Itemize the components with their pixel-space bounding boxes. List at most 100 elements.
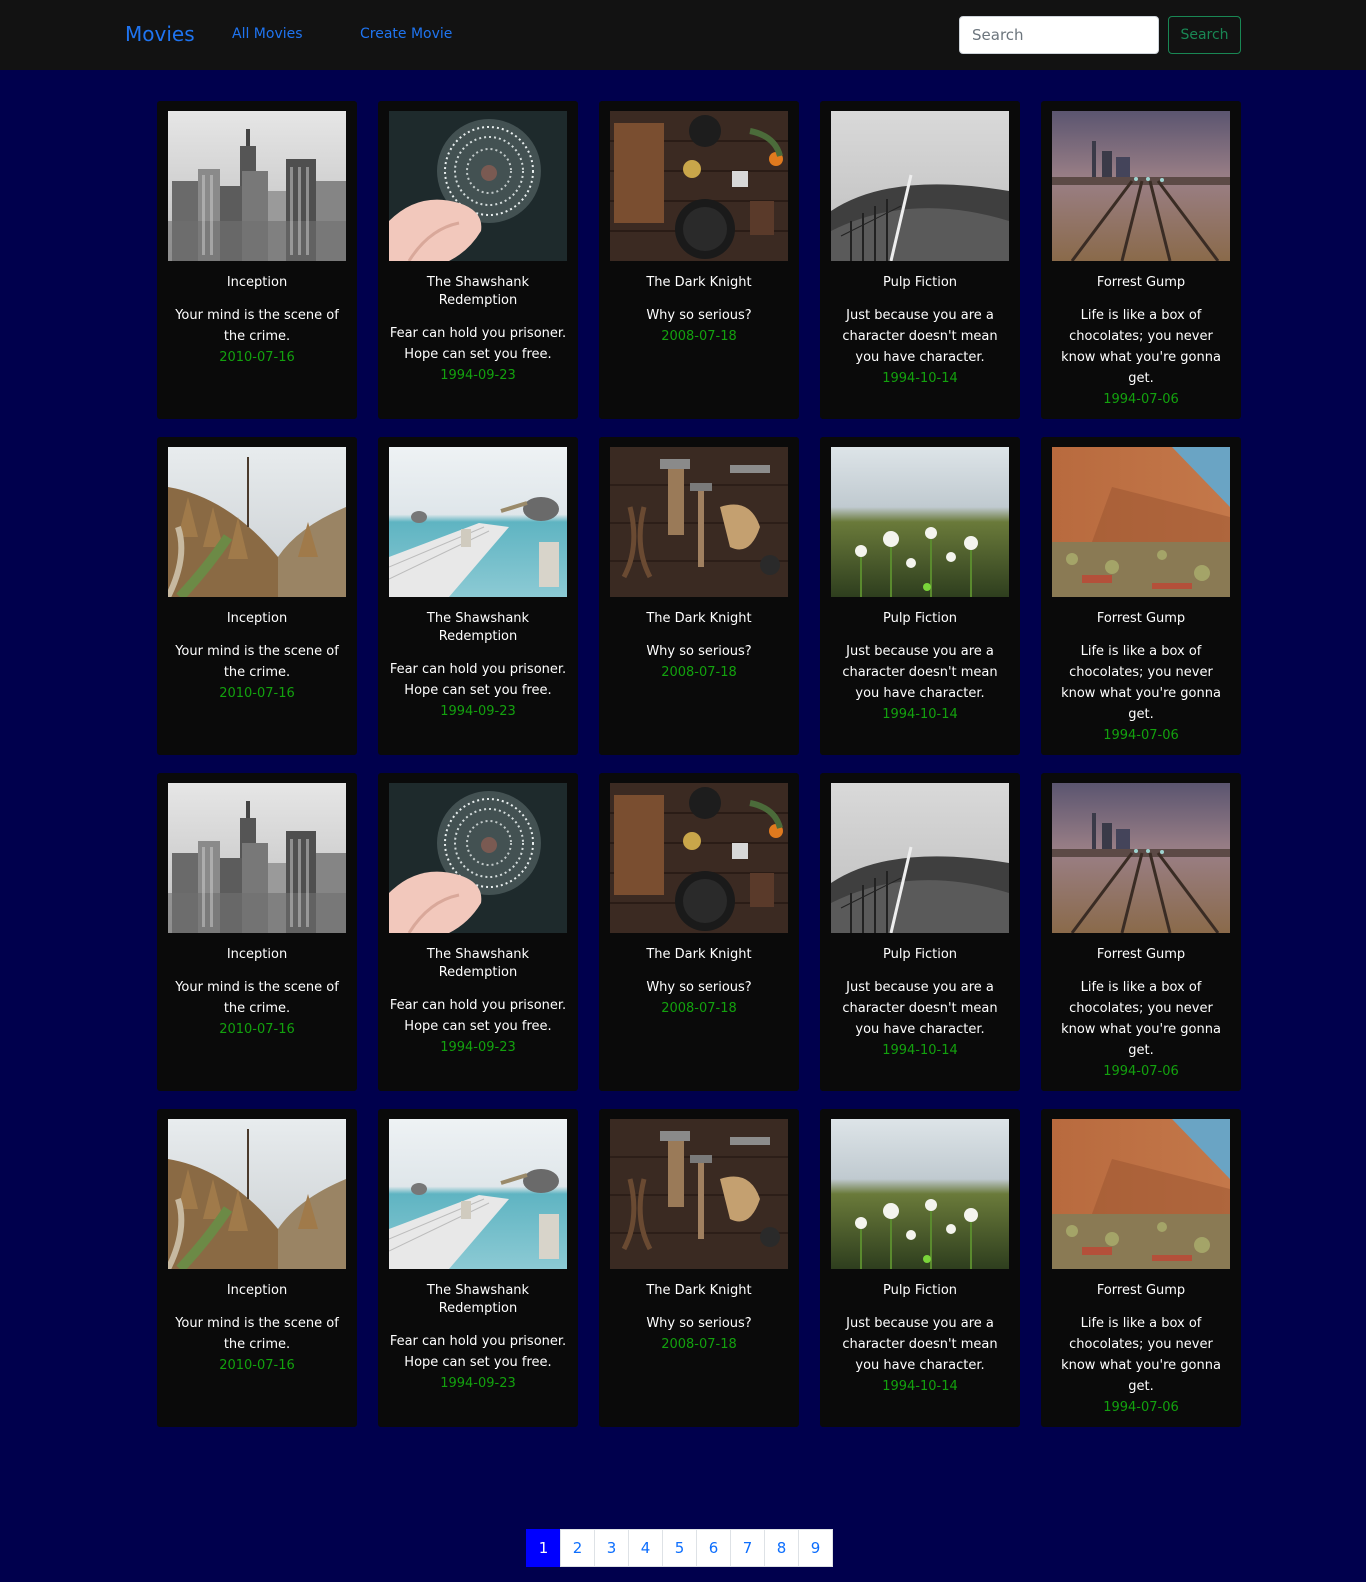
movie-release-date: 2010-07-16 <box>219 1022 295 1037</box>
poster-image <box>610 111 788 261</box>
pagination: 123456789 <box>526 1529 833 1567</box>
page-link-2[interactable]: 2 <box>560 1529 595 1567</box>
movie-release-date: 2008-07-18 <box>661 329 737 344</box>
movie-poster[interactable] <box>1052 783 1230 933</box>
movie-tagline: Your mind is the scene of the crime. <box>175 644 339 680</box>
movie-card[interactable]: Pulp Fiction Just because you are a char… <box>820 101 1020 419</box>
movie-release-date: 2008-07-18 <box>661 665 737 680</box>
movie-poster[interactable] <box>1052 111 1230 261</box>
movie-tagline: Just because you are a character doesn't… <box>842 1316 998 1373</box>
page-link-7[interactable]: 7 <box>730 1529 765 1567</box>
movie-release-date: 1994-10-14 <box>882 1379 958 1394</box>
poster-image <box>610 783 788 933</box>
movie-release-date: 1994-10-14 <box>882 371 958 386</box>
movie-poster[interactable] <box>168 111 346 261</box>
movie-poster[interactable] <box>610 1119 788 1269</box>
brand-link[interactable]: Movies <box>125 22 195 46</box>
poster-image <box>389 1119 567 1269</box>
movie-title: Inception <box>226 1283 288 1298</box>
movie-tagline: Your mind is the scene of the crime. <box>175 980 339 1016</box>
movie-tagline: Fear can hold you prisoner. Hope can set… <box>389 1334 567 1370</box>
movie-title: The Shawshank Redemption <box>426 611 530 644</box>
poster-image <box>1052 783 1230 933</box>
movie-poster[interactable] <box>389 447 567 597</box>
nav-create-movie[interactable]: Create Movie <box>360 26 452 42</box>
poster-image <box>168 447 346 597</box>
movie-card[interactable]: Inception Your mind is the scene of the … <box>157 773 357 1091</box>
movie-title: The Shawshank Redemption <box>426 947 530 980</box>
movie-poster[interactable] <box>831 447 1009 597</box>
movie-card[interactable]: Pulp Fiction Just because you are a char… <box>820 1109 1020 1427</box>
movie-poster[interactable] <box>168 1119 346 1269</box>
movie-title: Pulp Fiction <box>882 611 958 626</box>
movie-title: Pulp Fiction <box>882 275 958 290</box>
movie-poster[interactable] <box>389 111 567 261</box>
movie-poster[interactable] <box>831 783 1009 933</box>
page-link-1[interactable]: 1 <box>526 1529 561 1567</box>
movie-card[interactable]: Forrest Gump Life is like a box of choco… <box>1041 101 1241 419</box>
movie-poster[interactable] <box>610 783 788 933</box>
movie-tagline: Just because you are a character doesn't… <box>842 308 998 365</box>
page-link-9[interactable]: 9 <box>798 1529 833 1567</box>
movie-tagline: Why so serious? <box>646 980 752 995</box>
movie-release-date: 1994-10-14 <box>882 1043 958 1058</box>
movie-card[interactable]: The Dark Knight Why so serious? 2008-07-… <box>599 437 799 755</box>
movie-poster[interactable] <box>389 783 567 933</box>
movie-tagline: Why so serious? <box>646 308 752 323</box>
search-button[interactable]: Search <box>1168 16 1241 54</box>
movie-release-date: 2010-07-16 <box>219 1358 295 1373</box>
movie-tagline: Fear can hold you prisoner. Hope can set… <box>389 998 567 1034</box>
movie-card[interactable]: The Shawshank Redemption Fear can hold y… <box>378 773 578 1091</box>
movie-poster[interactable] <box>1052 447 1230 597</box>
movie-card[interactable]: Forrest Gump Life is like a box of choco… <box>1041 437 1241 755</box>
movie-release-date: 1994-07-06 <box>1103 728 1179 743</box>
movie-card[interactable]: Forrest Gump Life is like a box of choco… <box>1041 1109 1241 1427</box>
movie-poster[interactable] <box>389 1119 567 1269</box>
movie-card[interactable]: The Shawshank Redemption Fear can hold y… <box>378 437 578 755</box>
movie-card[interactable]: Inception Your mind is the scene of the … <box>157 437 357 755</box>
poster-image <box>168 111 346 261</box>
movie-release-date: 1994-07-06 <box>1103 1064 1179 1079</box>
poster-image <box>831 111 1009 261</box>
movie-tagline: Why so serious? <box>646 644 752 659</box>
page-link-8[interactable]: 8 <box>764 1529 799 1567</box>
movie-card[interactable]: The Dark Knight Why so serious? 2008-07-… <box>599 1109 799 1427</box>
movie-poster[interactable] <box>168 783 346 933</box>
movie-grid: Inception Your mind is the scene of the … <box>157 101 1241 1427</box>
movie-release-date: 1994-07-06 <box>1103 392 1179 407</box>
movie-poster[interactable] <box>610 111 788 261</box>
movie-release-date: 2010-07-16 <box>219 686 295 701</box>
movie-title: The Dark Knight <box>646 1283 752 1298</box>
movie-release-date: 2008-07-18 <box>661 1337 737 1352</box>
poster-image <box>610 1119 788 1269</box>
movie-poster[interactable] <box>610 447 788 597</box>
movie-release-date: 1994-10-14 <box>882 707 958 722</box>
movie-poster[interactable] <box>831 1119 1009 1269</box>
movie-release-date: 2010-07-16 <box>219 350 295 365</box>
movie-card[interactable]: The Dark Knight Why so serious? 2008-07-… <box>599 101 799 419</box>
movie-card[interactable]: The Shawshank Redemption Fear can hold y… <box>378 101 578 419</box>
movie-tagline: Fear can hold you prisoner. Hope can set… <box>389 662 567 698</box>
movie-tagline: Life is like a box of chocolates; you ne… <box>1061 1316 1221 1394</box>
page-link-4[interactable]: 4 <box>628 1529 663 1567</box>
movie-card[interactable]: The Shawshank Redemption Fear can hold y… <box>378 1109 578 1427</box>
poster-image <box>831 447 1009 597</box>
movie-poster[interactable] <box>168 447 346 597</box>
movie-card[interactable]: Inception Your mind is the scene of the … <box>157 1109 357 1427</box>
page-link-6[interactable]: 6 <box>696 1529 731 1567</box>
page-link-3[interactable]: 3 <box>594 1529 629 1567</box>
movie-release-date: 2008-07-18 <box>661 1001 737 1016</box>
search-input[interactable] <box>959 16 1159 54</box>
nav-all-movies[interactable]: All Movies <box>232 26 303 42</box>
movie-card[interactable]: The Dark Knight Why so serious? 2008-07-… <box>599 773 799 1091</box>
poster-image <box>389 783 567 933</box>
page-link-5[interactable]: 5 <box>662 1529 697 1567</box>
movie-card[interactable]: Pulp Fiction Just because you are a char… <box>820 773 1020 1091</box>
movie-card[interactable]: Pulp Fiction Just because you are a char… <box>820 437 1020 755</box>
movie-card[interactable]: Inception Your mind is the scene of the … <box>157 101 357 419</box>
movie-poster[interactable] <box>831 111 1009 261</box>
movie-card[interactable]: Forrest Gump Life is like a box of choco… <box>1041 773 1241 1091</box>
poster-image <box>1052 111 1230 261</box>
movie-poster[interactable] <box>1052 1119 1230 1269</box>
movie-release-date: 1994-07-06 <box>1103 1400 1179 1415</box>
